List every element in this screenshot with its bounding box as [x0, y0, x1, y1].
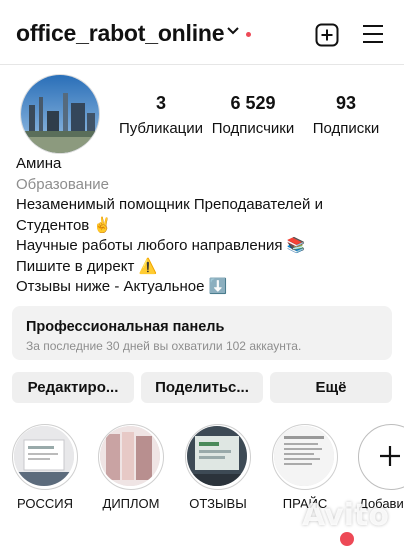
profile-category: Образование [16, 175, 109, 193]
bio-line: Научные работы любого направления 📚 [16, 237, 306, 254]
highlight-diploma-label: ДИПЛОМ [102, 496, 160, 511]
stat-following[interactable]: 93 Подписки [308, 92, 384, 139]
highlight-diploma[interactable] [98, 424, 164, 490]
stat-followers-value: 6 529 [230, 93, 276, 113]
top-bar: office_rabot_online [0, 0, 404, 65]
more-button[interactable]: Ещё [270, 372, 392, 403]
stat-followers-label: Подписчики [211, 120, 295, 137]
highlight-reviews-label: ОТЗЫВЫ [189, 496, 247, 511]
bio-line: Студентов ✌️ [16, 216, 113, 234]
bio-line: Отзывы ниже - Актуальное ⬇️ [16, 278, 228, 295]
highlight-price-cover [274, 426, 334, 486]
stat-followers[interactable]: 6 529 Подписчики [206, 92, 300, 139]
bio-line: Пишите в директ ⚠️ [16, 257, 158, 275]
highlight-russia[interactable] [12, 424, 78, 490]
stat-posts-value: 3 [155, 93, 166, 113]
avito-watermark: Avito [302, 498, 389, 533]
new-post-icon[interactable] [315, 23, 339, 47]
notification-badge [340, 532, 354, 546]
highlight-russia-label: РОССИЯ [16, 496, 73, 511]
menu-icon[interactable] [362, 24, 384, 44]
notification-dot [246, 32, 251, 37]
highlight-price[interactable] [272, 424, 338, 490]
edit-profile-button[interactable]: Редактиро... [12, 372, 134, 403]
share-profile-button[interactable]: Поделитьс... [141, 372, 263, 403]
highlight-diploma-cover [100, 426, 160, 486]
highlight-reviews-cover [187, 426, 247, 486]
profile-username[interactable]: office_rabot_online [16, 20, 225, 47]
stat-following-label: Подписки [312, 120, 380, 137]
highlight-reviews[interactable] [185, 424, 251, 490]
highlight-russia-cover [14, 426, 74, 486]
avatar-image [21, 75, 99, 153]
stat-posts[interactable]: 3 Публикации [118, 92, 204, 139]
add-highlight-button[interactable] [358, 424, 404, 490]
plus-icon [380, 446, 400, 466]
profile-bio: Амина Образование Незаменимый помощник П… [16, 154, 396, 298]
dashboard-title: Профессиональная панель [26, 319, 225, 335]
stat-posts-label: Публикации [118, 120, 204, 137]
stat-following-value: 93 [335, 93, 357, 113]
bio-line: Незаменимый помощник Преподавателей и [16, 196, 323, 213]
profile-name: Амина [16, 155, 62, 172]
avatar[interactable] [20, 74, 100, 154]
professional-dashboard[interactable]: Профессиональная панель За последние 30 … [12, 306, 392, 360]
chevron-down-icon[interactable] [227, 27, 239, 35]
dashboard-subtitle: За последние 30 дней вы охватили 102 акк… [26, 339, 302, 353]
